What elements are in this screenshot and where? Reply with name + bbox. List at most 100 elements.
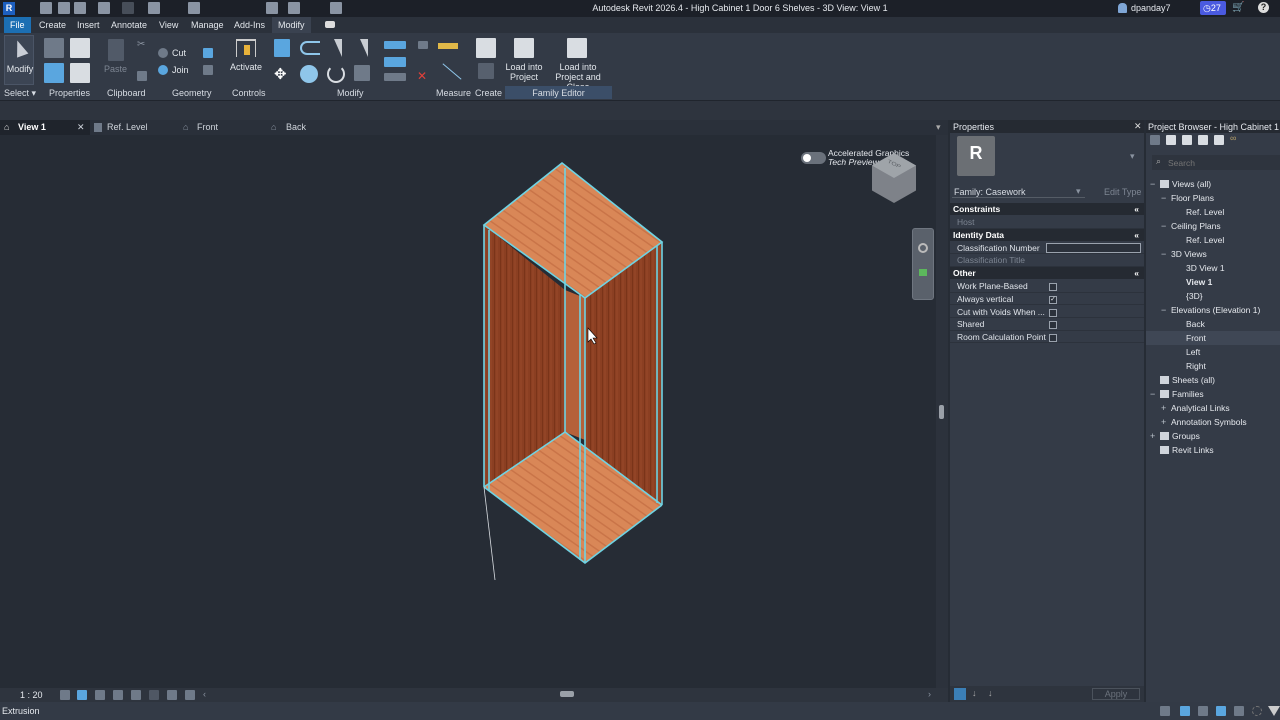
view-tab-front[interactable]: Front xyxy=(197,120,218,135)
split-face-icon[interactable] xyxy=(203,65,213,75)
unpin-icon[interactable] xyxy=(418,41,428,49)
browser-search-input[interactable] xyxy=(1168,156,1268,169)
browser-item[interactable]: Ref. Level xyxy=(1146,233,1280,247)
sort-categorized-icon[interactable] xyxy=(954,688,966,700)
cabinet-3d-model[interactable] xyxy=(0,135,936,688)
family-types-icon[interactable] xyxy=(44,38,64,58)
tab-insert[interactable]: Insert xyxy=(71,17,106,33)
tab-create[interactable]: Create xyxy=(33,17,72,33)
shadows-icon[interactable] xyxy=(113,690,123,700)
property-input[interactable] xyxy=(1046,242,1141,253)
scissors-icon[interactable]: ✂ xyxy=(137,39,145,50)
cut-button[interactable]: Cut xyxy=(172,48,186,58)
property-checkbox[interactable] xyxy=(1049,321,1057,330)
collapse-icon[interactable]: « xyxy=(1134,267,1139,279)
properties-icon[interactable] xyxy=(44,63,64,83)
delete-icon[interactable]: ✕ xyxy=(417,69,427,83)
browser-links-icon[interactable]: ∞ xyxy=(1230,133,1236,143)
collapse-arrow-icon[interactable]: ‹ xyxy=(203,689,206,699)
detail-level-icon[interactable] xyxy=(60,690,70,700)
collapse-icon[interactable]: « xyxy=(1134,229,1139,241)
select-links-icon[interactable] xyxy=(1160,706,1170,716)
sun-path-icon[interactable] xyxy=(95,690,105,700)
browser-item[interactable]: + Analytical Links xyxy=(1146,401,1280,415)
modify-button[interactable]: Modify xyxy=(4,35,34,85)
property-checkbox[interactable]: ✓ xyxy=(1049,295,1057,304)
drawing-canvas[interactable]: Accelerated Graphics Tech Preview TOP xyxy=(0,135,936,688)
browser-item[interactable]: Revit Links xyxy=(1146,443,1280,457)
user-name[interactable]: dpanday7 xyxy=(1131,3,1171,13)
activate-button[interactable]: Activate xyxy=(230,62,262,72)
join-icon[interactable] xyxy=(158,65,168,75)
select-by-face-icon[interactable] xyxy=(1216,706,1226,716)
browser-item[interactable]: − Families xyxy=(1146,387,1280,401)
browser-item[interactable]: −3D Views xyxy=(1146,247,1280,261)
split-icon[interactable] xyxy=(384,41,406,49)
array-icon[interactable] xyxy=(384,57,406,67)
apply-button[interactable]: Apply xyxy=(1092,688,1140,700)
load-into-project-button[interactable]: Load into Project xyxy=(500,62,548,82)
copy-icon[interactable] xyxy=(300,65,318,83)
browser-item[interactable]: − Elevations (Elevation 1) xyxy=(1146,303,1280,317)
browser-item[interactable]: Right xyxy=(1146,359,1280,373)
tree-toggle-icon[interactable]: + xyxy=(1150,429,1160,443)
browser-item[interactable]: Left xyxy=(1146,345,1280,359)
browser-search[interactable]: ⌕ xyxy=(1152,155,1280,170)
browser-item[interactable]: Front xyxy=(1146,331,1280,345)
tab-view[interactable]: View xyxy=(153,17,184,33)
temporary-hide-icon[interactable] xyxy=(149,690,159,700)
browser-views-icon[interactable] xyxy=(1166,135,1176,145)
visual-style-icon[interactable] xyxy=(77,690,87,700)
cart-icon[interactable]: 🛒 xyxy=(1232,2,1244,13)
mirror-draw-icon[interactable] xyxy=(352,39,368,57)
browser-home-icon[interactable] xyxy=(1150,135,1160,145)
drag-elements-icon[interactable] xyxy=(1234,706,1244,716)
steering-wheel-icon[interactable] xyxy=(918,243,928,253)
tab-modify[interactable]: Modify xyxy=(272,17,311,33)
family-category-icon[interactable] xyxy=(70,38,90,58)
zoom-region-icon[interactable] xyxy=(919,269,927,276)
load-into-project-icon[interactable] xyxy=(514,38,534,58)
vertical-scrollbar[interactable] xyxy=(936,135,948,688)
rotate-icon[interactable] xyxy=(327,65,345,83)
paste-icon[interactable] xyxy=(108,39,124,61)
scroll-right-icon[interactable]: › xyxy=(928,689,931,699)
filter-icon[interactable] xyxy=(1268,706,1280,716)
property-checkbox[interactable] xyxy=(1049,308,1057,317)
measure-line-icon[interactable] xyxy=(442,63,462,80)
tree-toggle-icon[interactable]: − xyxy=(1161,303,1171,317)
browser-item[interactable]: Back xyxy=(1146,317,1280,331)
tab-add-ins[interactable]: Add-Ins xyxy=(228,17,271,33)
browser-item[interactable]: − Ceiling Plans xyxy=(1146,219,1280,233)
browser-item[interactable]: − Views (all) xyxy=(1146,177,1280,191)
browser-item[interactable]: − Floor Plans xyxy=(1146,191,1280,205)
tree-toggle-icon[interactable]: − xyxy=(1161,219,1171,233)
reveal-hidden-icon[interactable] xyxy=(167,690,177,700)
notifications-badge[interactable]: ◷27 xyxy=(1200,1,1226,15)
background-process-icon[interactable] xyxy=(1252,706,1262,716)
join-button[interactable]: Join xyxy=(172,65,189,75)
viewcube[interactable]: TOP xyxy=(872,153,916,203)
create-icon[interactable] xyxy=(476,38,496,58)
close-tab-icon[interactable]: ✕ xyxy=(77,120,85,135)
view-tab-ref-level[interactable]: Ref. Level xyxy=(107,120,148,135)
sort-az-icon[interactable]: ↓ xyxy=(972,688,977,698)
help-icon[interactable]: ? xyxy=(1258,2,1269,13)
section-constraints[interactable]: Constraints « xyxy=(950,203,1144,215)
view-tab-back[interactable]: Back xyxy=(286,120,306,135)
view-scale[interactable]: 1 : 20 xyxy=(20,690,43,700)
measure-dimension-icon[interactable] xyxy=(438,43,458,49)
section-other[interactable]: Other « xyxy=(950,267,1144,280)
horizontal-scrollbar[interactable] xyxy=(560,691,574,697)
create-sub-icon[interactable] xyxy=(478,63,494,79)
tree-toggle-icon[interactable]: − xyxy=(1150,177,1160,191)
property-checkbox[interactable] xyxy=(1049,333,1057,342)
scale-icon[interactable] xyxy=(384,73,406,81)
accelerated-graphics-toggle[interactable] xyxy=(801,152,826,164)
browser-item[interactable]: 3D View 1 xyxy=(1146,261,1280,275)
collapse-icon[interactable]: « xyxy=(1134,203,1139,215)
tab-annotate[interactable]: Annotate xyxy=(105,17,153,33)
tab-manage[interactable]: Manage xyxy=(185,17,230,33)
edit-type-button[interactable]: Edit Type xyxy=(1088,184,1142,198)
browser-item[interactable]: Sheets (all) xyxy=(1146,373,1280,387)
